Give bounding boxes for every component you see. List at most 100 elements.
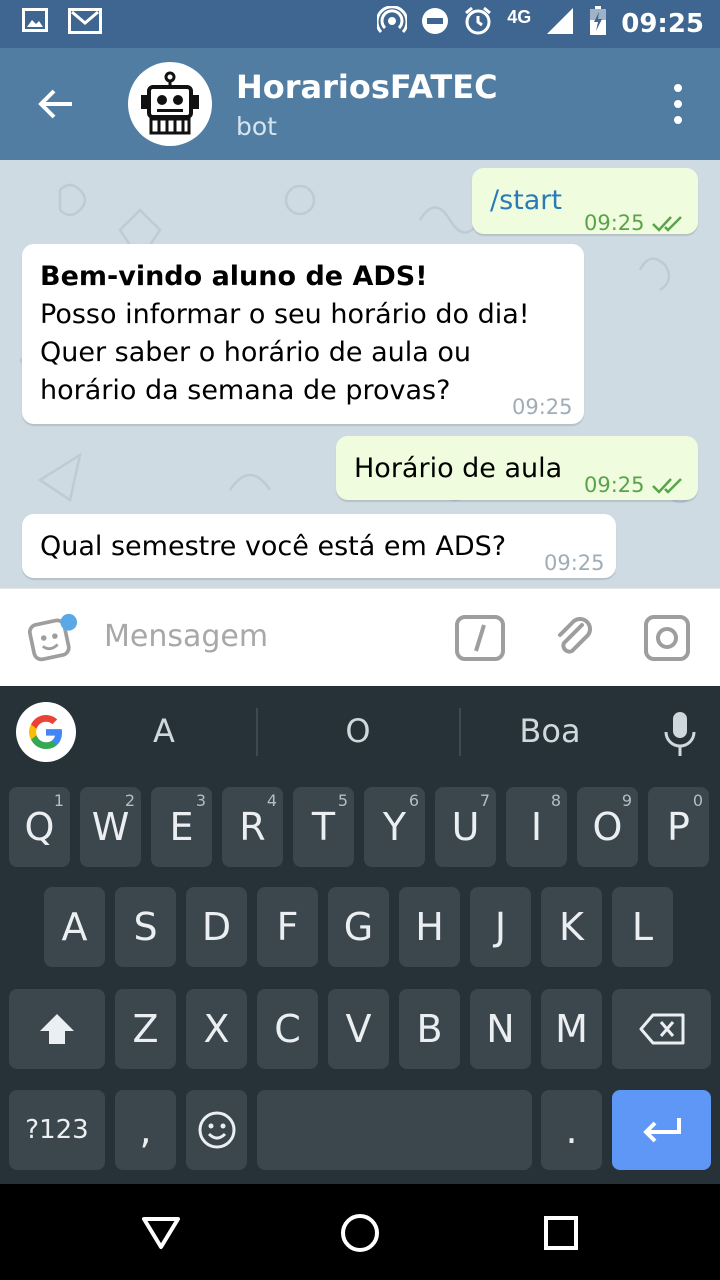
shift-icon	[40, 1014, 74, 1044]
backspace-icon	[639, 1013, 684, 1045]
key-z[interactable]: Z	[115, 989, 176, 1069]
key-f[interactable]: F	[257, 887, 318, 967]
key-n[interactable]: N	[470, 989, 531, 1069]
suggestion-3[interactable]: Boa	[460, 712, 640, 750]
key-i[interactable]: I8	[506, 787, 567, 867]
back-button[interactable]	[30, 78, 82, 130]
key-m[interactable]: M	[541, 989, 602, 1069]
nav-home-button[interactable]	[335, 1208, 385, 1258]
message-line[interactable]: Posso informar o seu horário do dia!	[40, 296, 530, 334]
key-label: Q	[24, 805, 55, 849]
voice-input-button[interactable]	[660, 710, 700, 760]
message-input-bar: Mensagem	[0, 588, 720, 686]
sticker-icon	[28, 613, 78, 662]
key-o[interactable]: O9	[577, 787, 638, 867]
key-label: U	[451, 805, 480, 849]
status-bar: 4G 09:25	[0, 0, 720, 48]
menu-dot	[674, 116, 682, 124]
suggestion-strip: A O Boa	[0, 686, 720, 778]
square-recents-icon	[544, 1216, 578, 1250]
sticker-button[interactable]	[28, 613, 78, 663]
key-label: I	[530, 805, 543, 849]
message-body: Bem-vindo aluno de ADS! Posso informar o…	[40, 258, 530, 410]
period-key[interactable]: .	[541, 1090, 602, 1170]
slash-command-icon	[455, 615, 505, 661]
backspace-key[interactable]	[612, 989, 711, 1069]
key-c[interactable]: C	[257, 989, 318, 1069]
nav-back-button[interactable]	[136, 1208, 186, 1258]
do-not-disturb-icon	[421, 7, 449, 40]
key-b[interactable]: B	[399, 989, 460, 1069]
message-bubble-outgoing[interactable]: /start 09:25	[472, 168, 698, 235]
enter-key[interactable]	[612, 1090, 711, 1170]
key-hint: 9	[621, 791, 632, 810]
key-label: W	[91, 805, 130, 849]
bot-avatar[interactable]	[128, 62, 212, 146]
triangle-back-icon	[142, 1217, 180, 1249]
gmail-notification-icon	[68, 8, 102, 39]
hotspot-icon	[375, 5, 409, 41]
attach-button[interactable]	[550, 613, 600, 663]
chat-header: HorariosFATEC bot	[0, 48, 720, 160]
camera-button[interactable]	[642, 613, 692, 663]
key-hint: 7	[479, 791, 490, 810]
message-text[interactable]: Qual semestre você está em ADS?	[40, 528, 506, 566]
key-k[interactable]: K	[541, 887, 602, 967]
key-s[interactable]: S	[115, 887, 176, 967]
key-d[interactable]: D	[186, 887, 247, 967]
space-key[interactable]	[257, 1090, 532, 1170]
message-bubble-incoming[interactable]: Qual semestre você está em ADS? 09:25	[22, 514, 616, 578]
key-l[interactable]: L	[612, 887, 673, 967]
google-logo-button[interactable]	[16, 702, 76, 762]
key-w[interactable]: W2	[80, 787, 141, 867]
key-hint: 8	[550, 791, 561, 810]
nav-recents-button[interactable]	[536, 1208, 586, 1258]
comma-key[interactable]: ,	[115, 1090, 176, 1170]
key-hint: 0	[692, 791, 703, 810]
key-a[interactable]: A	[44, 887, 105, 967]
shift-key[interactable]	[9, 989, 105, 1069]
message-text[interactable]: Horário de aula	[354, 450, 562, 488]
message-line[interactable]: Quer saber o horário de aula ou	[40, 334, 530, 372]
message-text[interactable]: /start	[490, 182, 562, 220]
key-p[interactable]: P0	[648, 787, 709, 867]
circle-home-icon	[341, 1214, 379, 1252]
key-q[interactable]: Q1	[9, 787, 70, 867]
key-g[interactable]: G	[328, 887, 389, 967]
key-label: E	[169, 805, 194, 849]
key-r[interactable]: R4	[222, 787, 283, 867]
key-label: T	[311, 805, 336, 849]
key-e[interactable]: E3	[151, 787, 212, 867]
key-hint: 4	[266, 791, 277, 810]
message-input[interactable]: Mensagem	[104, 619, 268, 654]
key-t[interactable]: T5	[293, 787, 354, 867]
navigation-bar	[0, 1184, 720, 1280]
enter-icon	[642, 1118, 681, 1143]
message-line[interactable]: horário da semana de provas?	[40, 372, 530, 410]
emoji-key[interactable]	[186, 1090, 247, 1170]
bot-commands-button[interactable]	[455, 613, 505, 663]
arrow-left-icon	[38, 89, 72, 119]
key-hint: 1	[53, 791, 64, 810]
key-hint: 3	[195, 791, 206, 810]
soft-keyboard: A O Boa Q1 W2 E3 R4 T5 Y6 U7 I8 O9 P0 A …	[0, 686, 720, 1184]
suggestion-2[interactable]: O	[268, 712, 448, 750]
message-bubble-outgoing[interactable]: Horário de aula 09:25	[336, 436, 698, 500]
key-y[interactable]: Y6	[364, 787, 425, 867]
robot-icon	[141, 71, 199, 135]
microphone-icon	[664, 712, 696, 756]
message-bubble-incoming[interactable]: Bem-vindo aluno de ADS! Posso informar o…	[22, 244, 584, 424]
chat-subtitle: bot	[236, 112, 277, 141]
key-v[interactable]: V	[328, 989, 389, 1069]
symbols-key[interactable]: ?123	[9, 1090, 105, 1170]
key-h[interactable]: H	[399, 887, 460, 967]
key-u[interactable]: U7	[435, 787, 496, 867]
key-x[interactable]: X	[186, 989, 247, 1069]
key-j[interactable]: J	[470, 887, 531, 967]
suggestion-1[interactable]: A	[74, 712, 254, 750]
message-meta: 09:25	[584, 204, 687, 242]
chat-area[interactable]: /start 09:25 Bem-vindo aluno de ADS! Pos…	[0, 160, 720, 588]
more-options-button[interactable]	[666, 84, 690, 124]
chat-title[interactable]: HorariosFATEC	[236, 68, 498, 106]
message-bold-text[interactable]: Bem-vindo aluno de ADS!	[40, 258, 530, 296]
